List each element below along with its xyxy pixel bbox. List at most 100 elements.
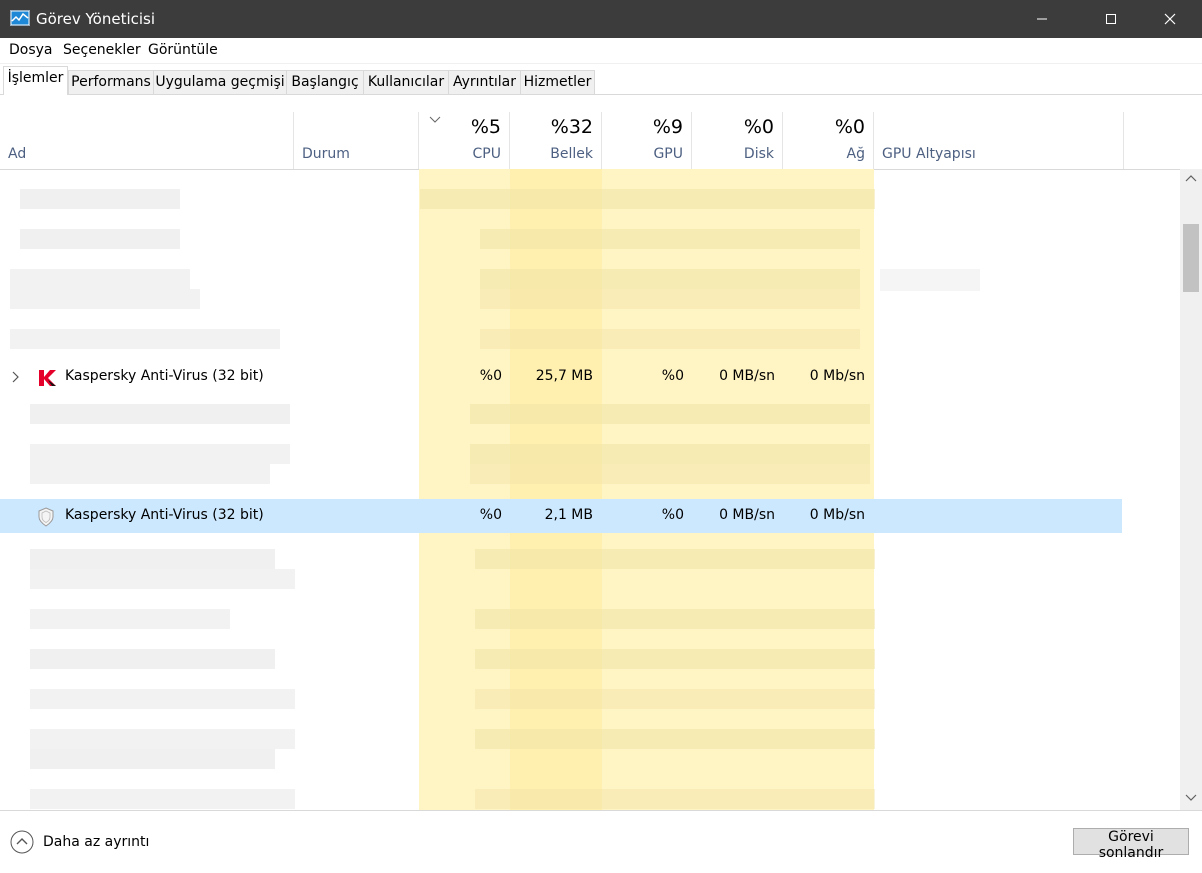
header-status[interactable]: Durum [294, 112, 419, 169]
shield-icon [38, 507, 54, 527]
memory-value: 2,1 MB [544, 507, 593, 523]
less-details-link[interactable]: Daha az ayrıntı [43, 834, 149, 850]
network-value: 0 Mb/sn [809, 368, 865, 384]
tab-performans[interactable]: Performans [68, 70, 154, 94]
maximize-icon [1106, 14, 1116, 24]
header-disk-percent: %0 [743, 116, 774, 138]
menu-secenekler[interactable]: Seçenekler [63, 42, 141, 58]
header-gpu-engine-label: GPU Altyapısı [882, 146, 976, 162]
censored-region [10, 329, 280, 349]
censored-region [30, 749, 275, 769]
header-name-label: Ad [8, 146, 27, 162]
expand-chevron-right-icon[interactable] [11, 371, 21, 383]
table-row-selected[interactable]: Kaspersky Anti-Virus (32 bit) %0 2,1 MB … [0, 499, 1122, 533]
table-row[interactable]: Kaspersky Anti-Virus (32 bit) %0 25,7 MB… [0, 360, 1122, 394]
minimize-icon [1037, 18, 1047, 20]
gpu-heat-column [602, 169, 692, 810]
memory-value: 25,7 MB [535, 368, 593, 384]
tab-hizmetler[interactable]: Hizmetler [520, 70, 595, 94]
header-gpu[interactable]: %9 GPU [602, 112, 692, 169]
header-cpu[interactable]: %5 CPU [419, 112, 510, 169]
cpu-heat-column [419, 169, 510, 810]
header-memory[interactable]: %32 Bellek [510, 112, 602, 169]
sort-chevron-down-icon [429, 116, 441, 123]
header-gpu-engine[interactable]: GPU Altyapısı [874, 112, 1124, 169]
header-gpu-percent: %9 [652, 116, 683, 138]
header-cpu-label: CPU [472, 146, 501, 162]
end-task-button[interactable]: Görevi sonlandır [1073, 828, 1189, 861]
censored-region [420, 189, 875, 209]
censored-region [475, 609, 875, 629]
network-heat-column [783, 169, 874, 810]
task-manager-icon [10, 10, 30, 26]
less-details-toggle[interactable] [10, 830, 34, 854]
censored-region [20, 229, 180, 249]
censored-region [30, 464, 270, 484]
header-disk-label: Disk [743, 146, 774, 162]
tab-baslangic[interactable]: Başlangıç [286, 70, 364, 94]
cpu-value: %0 [479, 368, 502, 384]
censored-region [480, 289, 860, 309]
column-header: Ad Durum %5 CPU %32 Bellek %9 GPU %0 Dis… [0, 112, 1202, 170]
header-network-percent: %0 [834, 116, 865, 138]
cpu-value: %0 [479, 507, 502, 523]
censored-region [880, 269, 980, 291]
censored-region [20, 189, 180, 209]
gpu-value: %0 [661, 507, 684, 523]
censored-region [475, 649, 875, 669]
censored-region [30, 689, 295, 709]
tab-uygulama-gecmisi[interactable]: Uygulama geçmişi [153, 70, 287, 94]
menu-dosya[interactable]: Dosya [9, 42, 53, 58]
header-memory-percent: %32 [550, 116, 593, 138]
censored-region [470, 444, 870, 464]
process-name: Kaspersky Anti-Virus (32 bit) [65, 368, 264, 384]
header-network-label: Ağ [846, 146, 865, 162]
maximize-button[interactable] [1088, 0, 1134, 38]
header-disk[interactable]: %0 Disk [692, 112, 783, 169]
close-button[interactable] [1147, 0, 1193, 38]
censored-region [10, 289, 200, 309]
tab-bar: İşlemler Performans Uygulama geçmişi Baş… [0, 63, 1202, 95]
tab-ayrintilar[interactable]: Ayrıntılar [448, 70, 521, 94]
header-network[interactable]: %0 Ağ [783, 112, 874, 169]
scroll-thumb[interactable] [1183, 224, 1199, 292]
header-status-label: Durum [302, 146, 350, 162]
header-memory-label: Bellek [550, 146, 593, 162]
censored-region [480, 229, 860, 249]
close-icon [1164, 13, 1176, 25]
disk-value: 0 MB/sn [719, 368, 775, 384]
censored-region [30, 649, 275, 669]
censored-region [475, 789, 875, 809]
scroll-down-icon[interactable] [1185, 794, 1197, 802]
minimize-button[interactable] [1019, 0, 1065, 38]
tab-islemler[interactable]: İşlemler [3, 66, 68, 95]
censored-region [475, 729, 875, 749]
censored-region [30, 569, 295, 589]
tab-kullanicilar[interactable]: Kullanıcılar [363, 70, 449, 94]
memory-heat-column [510, 169, 602, 810]
censored-region [30, 444, 290, 464]
censored-region [30, 609, 230, 629]
censored-region [480, 269, 860, 289]
censored-region [480, 329, 860, 349]
process-list[interactable]: Kaspersky Anti-Virus (32 bit) %0 25,7 MB… [0, 169, 1180, 810]
censored-region [475, 689, 875, 709]
censored-region [10, 269, 190, 289]
header-name[interactable]: Ad [0, 112, 294, 169]
kaspersky-icon [39, 370, 56, 386]
disk-value: 0 MB/sn [719, 507, 775, 523]
censored-region [470, 464, 870, 484]
network-value: 0 Mb/sn [809, 507, 865, 523]
footer-bar: Daha az ayrıntı Görevi sonlandır [0, 810, 1202, 873]
process-name: Kaspersky Anti-Virus (32 bit) [65, 507, 264, 523]
menu-bar: Dosya Seçenekler Görüntüle [0, 38, 1202, 64]
chevron-up-circle-icon [10, 830, 34, 854]
header-cpu-percent: %5 [470, 116, 501, 138]
censored-region [475, 549, 875, 569]
title-bar: Görev Yöneticisi [0, 0, 1202, 38]
header-gpu-label: GPU [653, 146, 683, 162]
menu-goruntule[interactable]: Görüntüle [148, 42, 218, 58]
vertical-scrollbar[interactable] [1180, 169, 1202, 810]
scroll-up-icon[interactable] [1185, 174, 1197, 182]
censored-region [470, 404, 870, 424]
